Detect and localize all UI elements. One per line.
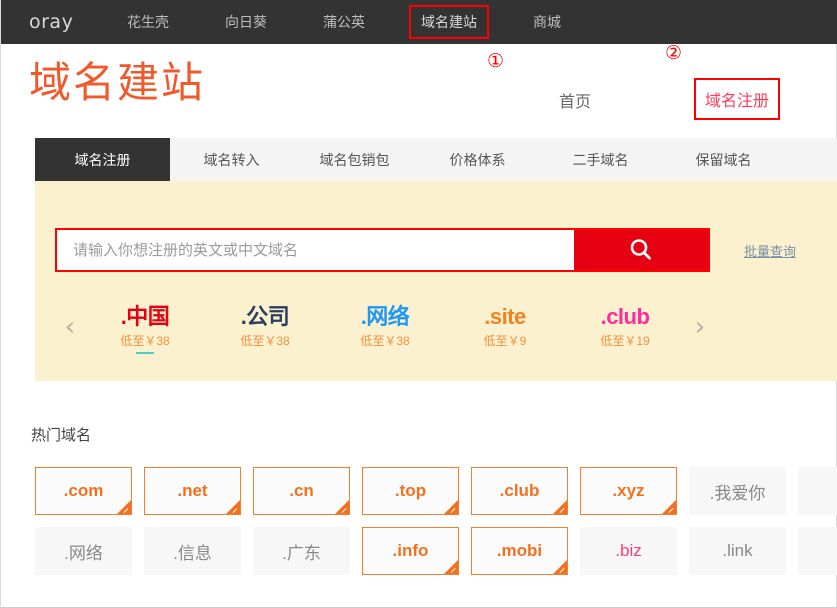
search-banner: 批量查询 ‹ .中国低至￥38.公司低至￥38.网络低至￥38.site低至￥9… — [35, 181, 837, 381]
header-link-domain-register[interactable]: 域名注册 — [696, 80, 778, 118]
domain-tile-label: .mobi — [497, 541, 542, 561]
domain-tile-label: .我爱你 — [710, 479, 766, 504]
domain-tile-label: .top — [395, 481, 426, 501]
domain-tile[interactable]: .网络 — [35, 527, 132, 575]
annotation-marker-1: ① — [487, 52, 504, 71]
header-link-home[interactable]: 首页 — [559, 88, 591, 112]
tab-label: 域名注册 — [75, 150, 131, 170]
domain-tile-label: .link — [722, 541, 752, 561]
domain-tile[interactable]: .biz — [580, 527, 677, 575]
annotation-marker-2: ② — [665, 44, 682, 63]
domain-tile[interactable]: .net — [144, 467, 241, 515]
domain-tile[interactable]: .top — [362, 467, 459, 515]
topnav-item-label: 商城 — [533, 14, 561, 30]
carousel-selected-underline — [136, 352, 154, 354]
domain-tile[interactable]: .info — [362, 527, 459, 575]
site-header: 域名建站 首页 域名注册 — [1, 44, 837, 134]
tab-2[interactable]: 域名转入 — [170, 138, 293, 181]
domain-tile-label: .广东 — [282, 539, 321, 564]
domain-tile[interactable]: .我爱你 — [689, 467, 786, 515]
search-icon — [626, 235, 656, 265]
tab-1[interactable]: 域名注册 — [35, 138, 170, 181]
domain-tile-label: .net — [177, 481, 207, 501]
topnav-item-label: 向日葵 — [225, 14, 267, 30]
domain-tile[interactable]: .cn — [253, 467, 350, 515]
carousel-item-3[interactable]: .网络低至￥38 — [328, 304, 443, 349]
tab-label: 二手域名 — [573, 150, 629, 170]
carousel-item-2[interactable]: .公司低至￥38 — [208, 304, 323, 349]
domain-tile[interactable]: .mobi — [471, 527, 568, 575]
search-box — [55, 228, 710, 272]
domain-tile-label: .biz — [615, 541, 641, 561]
domain-tile-label: .club — [500, 481, 540, 501]
carousel-item-5[interactable]: .club 低至￥19 — [568, 304, 683, 349]
domain-tile[interactable]: .xyz — [580, 467, 677, 515]
carousel-item-price: 低至￥9 — [448, 332, 563, 349]
search-button[interactable] — [574, 230, 708, 270]
domain-tile[interactable]: .link — [689, 527, 786, 575]
domain-tile[interactable]: .广东 — [253, 527, 350, 575]
search-row: 批量查询 — [55, 228, 796, 272]
bulk-query-link[interactable]: 批量查询 — [744, 241, 796, 260]
tab-5[interactable]: 二手域名 — [539, 138, 662, 181]
topnav-item-5[interactable]: 商城 — [523, 7, 571, 37]
domain-tile[interactable] — [798, 527, 837, 575]
tab-3[interactable]: 域名包销包 — [293, 138, 416, 181]
domain-tile-label: .info — [393, 541, 429, 561]
domain-tile-label: .信息 — [173, 539, 212, 564]
carousel-item-name: .网络 — [328, 304, 443, 329]
domain-tile-label: .com — [64, 481, 104, 501]
topnav-item-label: 花生壳 — [127, 14, 169, 30]
carousel-item-price: 低至￥38 — [328, 332, 443, 349]
hot-domains-tile-grid: .com .net .cn .top .club .xyz .我爱你 .网络 .信息 .广东 .in… — [35, 467, 837, 575]
search-input[interactable] — [57, 230, 574, 270]
topnav-item-label: 蒲公英 — [323, 14, 365, 30]
carousel-item-name: .公司 — [208, 304, 323, 329]
page-title: 域名建站 — [29, 58, 205, 108]
carousel-item-name: .club — [568, 304, 683, 329]
domain-tile[interactable]: .com — [35, 467, 132, 515]
oray-logo[interactable]: oray — [29, 11, 107, 33]
carousel-item-name: .site — [448, 304, 563, 329]
carousel-item-name: .中国 — [88, 304, 203, 329]
tab-label: 价格体系 — [450, 150, 506, 170]
carousel-next-icon[interactable]: › — [685, 314, 715, 340]
carousel-prev-icon[interactable]: ‹ — [55, 314, 85, 340]
top-navigation-bar: oray 花生壳 向日葵 蒲公英 域名建站 商城 — [1, 0, 837, 44]
domain-tile[interactable] — [798, 467, 837, 515]
tab-6[interactable]: 保留域名 — [662, 138, 785, 181]
domain-tile[interactable]: .信息 — [144, 527, 241, 575]
domain-tile[interactable]: .club — [471, 467, 568, 515]
topnav-item-label: 域名建站 — [421, 14, 477, 30]
carousel-item-price: 低至￥38 — [208, 332, 323, 349]
topnav-item-2[interactable]: 向日葵 — [215, 7, 277, 37]
tab-label: 域名包销包 — [320, 150, 390, 170]
hot-domains-title: 热门域名 — [31, 424, 91, 445]
topnav-item-3[interactable]: 蒲公英 — [313, 7, 375, 37]
tab-4[interactable]: 价格体系 — [416, 138, 539, 181]
topnav-item-4[interactable]: 域名建站 — [411, 7, 487, 37]
domain-tile-label: .cn — [289, 481, 314, 501]
page-root: oray 花生壳向日葵蒲公英域名建站商城 ① ② 域名建站 首页 域名注册 域名… — [0, 0, 837, 608]
carousel-item-1[interactable]: .中国低至￥38 — [88, 304, 203, 349]
carousel-item-price: 低至￥38 — [88, 332, 203, 349]
domain-tile-label: .xyz — [612, 481, 644, 501]
domain-tile-label: .网络 — [64, 539, 103, 564]
carousel-item-price: 低至￥19 — [568, 332, 683, 349]
carousel-item-4[interactable]: .site 低至￥9 — [448, 304, 563, 349]
topnav-item-1[interactable]: 花生壳 — [117, 7, 179, 37]
tld-carousel: ‹ .中国低至￥38.公司低至￥38.网络低至￥38.site低至￥9.club… — [55, 294, 715, 359]
tab-label: 域名转入 — [204, 150, 260, 170]
tab-label: 保留域名 — [696, 150, 752, 170]
tab-bar: 域名注册 域名转入 域名包销包 价格体系 二手域名 保留域名 — [35, 138, 837, 181]
